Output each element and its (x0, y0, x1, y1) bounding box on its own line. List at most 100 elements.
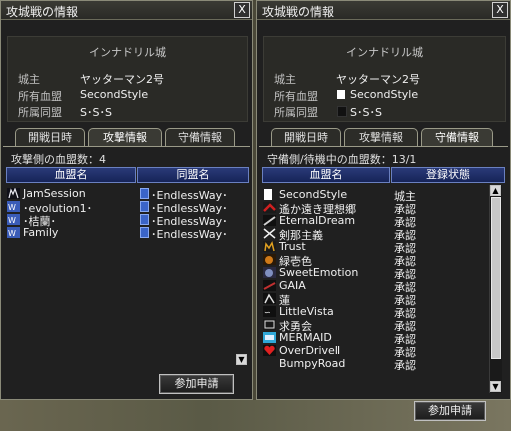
scroll-up-arrow-icon[interactable]: ▲ (490, 185, 501, 196)
clan-emblem-icon (263, 228, 276, 239)
defender-count: 守備側/待機中の血盟数：13/1 (267, 153, 417, 166)
registration-status: 承認 (394, 359, 416, 372)
siege-info-window-right: 攻城戦の情報 X インナドリル城 城主 ヤッターマン2号 所有血盟 Second… (256, 0, 511, 400)
pledge-name: OverDriveⅡ (279, 344, 341, 357)
list-item[interactable]: W Family ･EndlessWay･ (7, 226, 237, 241)
tab-defense-info[interactable]: 守備情報 (165, 128, 235, 146)
window-title: 攻城戦の情報 (262, 5, 335, 19)
list-item[interactable]: ∽ LittleVista 承認 (263, 305, 489, 320)
lord-value: ヤッターマン2号 (336, 73, 420, 86)
list-item[interactable]: 剣那主義 承認 (263, 227, 489, 242)
pledge-name: BumpyRoad (279, 357, 346, 370)
svg-text:W: W (8, 203, 16, 212)
clan-emblem-icon (263, 189, 276, 200)
column-header-pledge[interactable]: 血盟名 (262, 167, 390, 183)
pledge-name: SweetEmotion (279, 266, 359, 279)
clan-emblem-icon (263, 319, 276, 330)
scroll-down-arrow-icon[interactable]: ▼ (490, 381, 501, 392)
attacker-list: JamSession ･EndlessWay･ W ･evolution1･ ･… (7, 187, 237, 247)
pledge-value: SecondStyle (350, 88, 419, 101)
window-title: 攻城戦の情報 (6, 5, 79, 19)
scrollbar[interactable]: ▲ ▼ (489, 185, 502, 393)
alliance-value: S･S･S (80, 106, 112, 119)
alliance-icon (140, 201, 149, 212)
list-item[interactable]: 求勇会 承認 (263, 318, 489, 333)
clan-emblem-icon (263, 345, 276, 356)
alliance-icon (337, 106, 347, 117)
join-request-button[interactable]: 参加申請 (159, 374, 234, 394)
alliance-icon (140, 188, 149, 199)
clan-emblem-icon (263, 267, 276, 278)
tab-attack-info[interactable]: 攻撃情報 (88, 128, 162, 146)
list-item[interactable]: 蓮 承認 (263, 292, 489, 307)
list-item[interactable]: 遙か遠き理想郷 承認 (263, 201, 489, 216)
pledge-name: Trust (279, 240, 306, 253)
svg-text:∽: ∽ (264, 308, 271, 317)
list-item[interactable]: EternalDream 承認 (263, 214, 489, 229)
list-item[interactable]: W ･桔蘭･ ･EndlessWay･ (7, 213, 237, 228)
alliance-label: 所属同盟 (274, 106, 318, 119)
list-item[interactable]: 緑壱色 承認 (263, 253, 489, 268)
lord-value: ヤッターマン2号 (80, 73, 164, 86)
siege-info-window-left: 攻城戦の情報 X インナドリル城 城主 ヤッターマン2号 所有血盟 Second… (0, 0, 253, 400)
join-request-button[interactable]: 参加申請 (414, 401, 486, 421)
pledge-name: MERMAID (279, 331, 332, 344)
alliance-icon (140, 227, 149, 238)
clan-emblem-icon: ∽ (263, 306, 276, 317)
list-item[interactable]: SecondStyle 城主 (263, 188, 489, 203)
column-header-pledge[interactable]: 血盟名 (6, 167, 136, 183)
pledge-label: 所有血盟 (18, 90, 62, 103)
list-item[interactable]: SweetEmotion 承認 (263, 266, 489, 281)
pledge-name: JamSession (23, 187, 86, 200)
scrollbar-thumb[interactable] (491, 197, 501, 359)
tab-attack-info[interactable]: 攻撃情報 (344, 128, 418, 146)
alliance-value: S･S･S (350, 106, 382, 119)
list-item[interactable]: OverDriveⅡ 承認 (263, 344, 489, 359)
list-item[interactable]: GAIA 承認 (263, 279, 489, 294)
clan-emblem-icon (263, 280, 276, 291)
pledge-value: SecondStyle (80, 88, 149, 101)
pledge-name: EternalDream (279, 214, 356, 227)
castle-name: インナドリル城 (346, 46, 423, 59)
scroll-down-arrow-icon[interactable]: ▼ (236, 354, 247, 365)
castle-name: インナドリル城 (89, 46, 166, 59)
tab-defense-info[interactable]: 守備情報 (421, 128, 493, 146)
list-item[interactable]: Trust 承認 (263, 240, 489, 255)
clan-emblem-icon (263, 293, 276, 304)
clan-emblem-icon (263, 254, 276, 265)
pledge-name: Family (23, 226, 59, 239)
tab-schedule[interactable]: 開戦日時 (15, 128, 85, 146)
clan-emblem-icon: W (7, 201, 20, 212)
alliance-name: ･EndlessWay･ (151, 228, 228, 241)
title-bar[interactable]: 攻城戦の情報 X (1, 1, 252, 20)
column-header-alliance[interactable]: 同盟名 (137, 167, 249, 183)
close-icon[interactable]: X (234, 2, 250, 18)
clan-emblem-icon (263, 202, 276, 213)
column-header-status[interactable]: 登録状態 (391, 167, 505, 183)
pledge-name: SecondStyle (279, 188, 348, 201)
list-item[interactable]: BumpyRoad 承認 (263, 357, 489, 372)
svg-text:W: W (8, 229, 16, 238)
alliance-label: 所属同盟 (18, 106, 62, 119)
svg-text:W: W (8, 216, 16, 225)
lord-label: 城主 (274, 73, 296, 86)
alliance-icon (140, 214, 149, 225)
attacker-count: 攻撃側の血盟数：4 (11, 153, 106, 166)
clan-emblem-icon (7, 187, 20, 199)
lord-label: 城主 (18, 73, 40, 86)
clan-emblem-icon (263, 215, 276, 226)
clan-emblem-icon (337, 90, 345, 99)
list-item[interactable]: W ･evolution1･ ･EndlessWay･ (7, 200, 237, 215)
pledge-label: 所有血盟 (274, 90, 318, 103)
clan-emblem-icon (263, 241, 276, 252)
title-bar[interactable]: 攻城戦の情報 X (257, 1, 510, 20)
tab-schedule[interactable]: 開戦日時 (271, 128, 341, 146)
castle-info-panel: インナドリル城 城主 ヤッターマン2号 所有血盟 SecondStyle 所属同… (7, 36, 248, 122)
close-icon[interactable]: X (492, 2, 508, 18)
tab-divider (3, 146, 250, 147)
castle-info-panel: インナドリル城 城主 ヤッターマン2号 所有血盟 SecondStyle 所属同… (263, 36, 506, 122)
list-item[interactable]: MERMAID 承認 (263, 331, 489, 346)
pledge-name: LittleVista (279, 305, 334, 318)
tab-divider (259, 146, 508, 147)
list-item[interactable]: JamSession ･EndlessWay･ (7, 187, 237, 202)
